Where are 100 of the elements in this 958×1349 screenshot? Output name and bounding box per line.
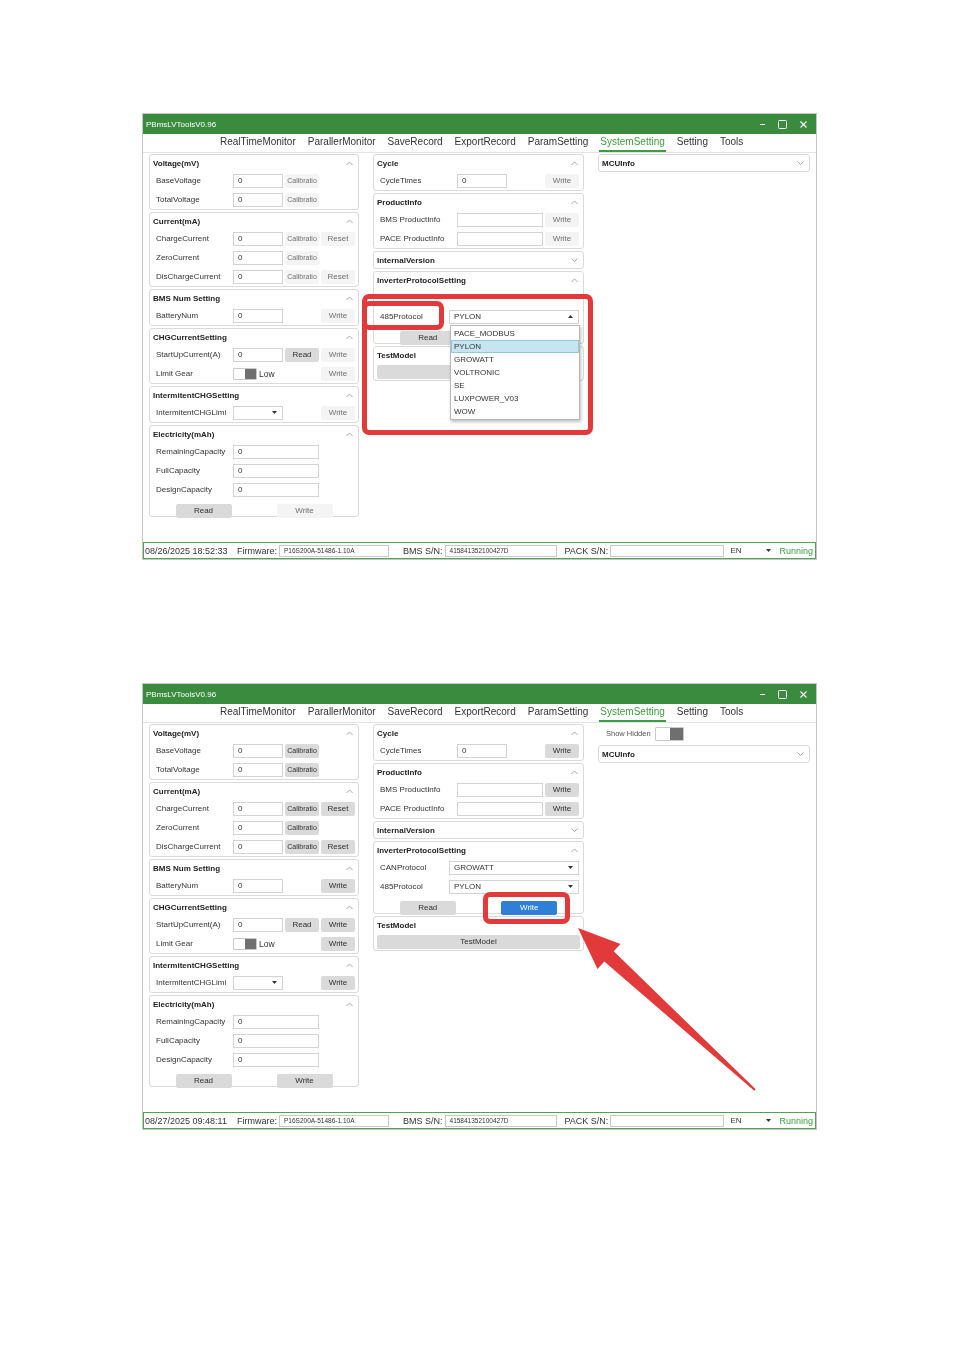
menu-tab[interactable]: ParallerMonitor <box>306 705 377 722</box>
input-field[interactable]: 0 <box>233 192 283 207</box>
read-button[interactable]: Read <box>285 347 319 362</box>
chevron-up-icon[interactable] <box>571 277 578 283</box>
menu-tab[interactable]: ExportRecord <box>453 705 517 722</box>
input-field[interactable] <box>457 782 543 797</box>
input-field[interactable]: 0 <box>233 762 283 777</box>
menu-tab[interactable]: Tools <box>718 135 745 152</box>
chevron-up-icon[interactable] <box>346 788 353 794</box>
dropdown-field[interactable] <box>233 975 283 990</box>
input-field[interactable]: 0 <box>233 820 283 835</box>
dropdown-option[interactable]: WOW <box>451 404 579 418</box>
chevron-down-icon[interactable] <box>571 827 578 833</box>
chevron-up-icon[interactable] <box>346 392 353 398</box>
write-button[interactable]: Write <box>321 975 355 990</box>
menu-tab[interactable]: Setting <box>675 135 709 152</box>
chevron-up-icon[interactable] <box>346 160 353 166</box>
dropdown-option[interactable]: LUXPOWER_V03 <box>451 391 579 405</box>
input-field[interactable]: 0 <box>233 1014 319 1029</box>
input-field[interactable]: 0 <box>233 878 283 893</box>
input-field[interactable]: 0 <box>233 463 319 478</box>
input-field[interactable]: 0 <box>233 482 319 497</box>
reset-button[interactable]: Reset <box>321 839 355 854</box>
input-field[interactable]: 0 <box>233 839 283 854</box>
input-field[interactable]: 0 <box>233 250 283 265</box>
toggle-switch[interactable] <box>233 367 257 380</box>
close-icon[interactable] <box>800 120 807 128</box>
dropdown-field[interactable]: PYLON <box>449 309 579 324</box>
menu-tab[interactable]: Setting <box>675 705 709 722</box>
menu-tab[interactable]: SystemSetting <box>599 705 666 722</box>
maximize-icon[interactable] <box>778 119 787 129</box>
input-field[interactable]: 0 <box>233 173 283 188</box>
input-field[interactable]: 0 <box>457 173 507 188</box>
dropdown-field[interactable]: GROWATT <box>449 860 579 875</box>
menu-tab[interactable]: RealTimeMonitor <box>219 135 297 152</box>
menu-tab[interactable]: SaveRecord <box>386 705 444 722</box>
chevron-down-icon[interactable] <box>797 751 804 757</box>
chevron-up-icon[interactable] <box>346 334 353 340</box>
input-field[interactable] <box>457 231 543 246</box>
chevron-up-icon[interactable] <box>346 962 353 968</box>
input-field[interactable]: 0 <box>233 1052 319 1067</box>
write-button[interactable]: Write <box>545 782 579 797</box>
chevron-up-icon[interactable] <box>346 431 353 437</box>
chevron-up-icon[interactable] <box>346 1001 353 1007</box>
menu-tab[interactable]: Tools <box>718 705 745 722</box>
menu-tab[interactable]: ParamSetting <box>526 705 590 722</box>
dropdown-option[interactable]: GROWATT <box>451 352 579 366</box>
write-button[interactable]: Write <box>321 878 355 893</box>
menu-tab[interactable]: RealTimeMonitor <box>219 705 297 722</box>
chevron-down-icon[interactable] <box>797 160 804 166</box>
input-field[interactable]: 0 <box>233 269 283 284</box>
chevron-up-icon[interactable] <box>571 847 578 853</box>
write-button[interactable]: Write <box>276 1073 333 1088</box>
input-field[interactable]: 0 <box>233 917 283 932</box>
input-field[interactable] <box>457 212 543 227</box>
serial-field[interactable] <box>610 1114 725 1127</box>
minimize-icon[interactable] <box>760 693 765 695</box>
read-button[interactable]: Read <box>175 503 232 518</box>
read-button[interactable]: Read <box>285 917 319 932</box>
input-field[interactable]: 0 <box>233 743 283 758</box>
chevron-up-icon[interactable] <box>346 865 353 871</box>
testmodel-button[interactable]: TestModel <box>377 934 580 949</box>
input-field[interactable]: 0 <box>233 1033 319 1048</box>
read-button[interactable]: Read <box>175 1073 232 1088</box>
input-field[interactable]: 0 <box>457 743 507 758</box>
dropdown-field[interactable]: PYLON <box>449 879 579 894</box>
menu-tab[interactable]: SystemSetting <box>599 135 666 152</box>
close-icon[interactable] <box>800 690 807 698</box>
menu-tab[interactable]: SaveRecord <box>386 135 444 152</box>
input-field[interactable]: 0 <box>233 444 319 459</box>
input-field[interactable]: 0 <box>233 347 283 362</box>
chevron-up-icon[interactable] <box>571 769 578 775</box>
chevron-up-icon[interactable] <box>571 730 578 736</box>
maximize-icon[interactable] <box>778 689 787 699</box>
write-button[interactable]: Write <box>545 801 579 816</box>
menu-tab[interactable]: ParamSetting <box>526 135 590 152</box>
dropdown-option[interactable]: PYLON <box>451 339 579 353</box>
write-button[interactable]: Write <box>321 936 355 951</box>
write-button[interactable]: Write <box>321 917 355 932</box>
input-field[interactable]: 0 <box>233 308 283 323</box>
chevron-up-icon[interactable] <box>346 904 353 910</box>
input-field[interactable]: 0 <box>233 801 283 816</box>
menu-tab[interactable]: ParallerMonitor <box>306 135 377 152</box>
chevron-up-icon[interactable] <box>571 160 578 166</box>
input-field[interactable] <box>457 801 543 816</box>
menu-tab[interactable]: ExportRecord <box>453 135 517 152</box>
chevron-up-icon[interactable] <box>346 218 353 224</box>
toggle-switch[interactable] <box>654 726 684 741</box>
write-button[interactable]: Write <box>545 743 579 758</box>
chevron-up-icon[interactable] <box>571 199 578 205</box>
language-dropdown[interactable]: EN <box>728 544 775 557</box>
chevron-up-icon[interactable] <box>346 730 353 736</box>
reset-button[interactable]: Reset <box>321 801 355 816</box>
chevron-down-icon[interactable] <box>571 257 578 263</box>
chevron-up-icon[interactable] <box>346 295 353 301</box>
write-button[interactable]: Write <box>501 900 558 915</box>
read-button[interactable]: Read <box>399 900 456 915</box>
dropdown-option[interactable]: SE <box>451 378 579 392</box>
serial-field[interactable] <box>610 544 725 557</box>
language-dropdown[interactable]: EN <box>728 1114 775 1127</box>
